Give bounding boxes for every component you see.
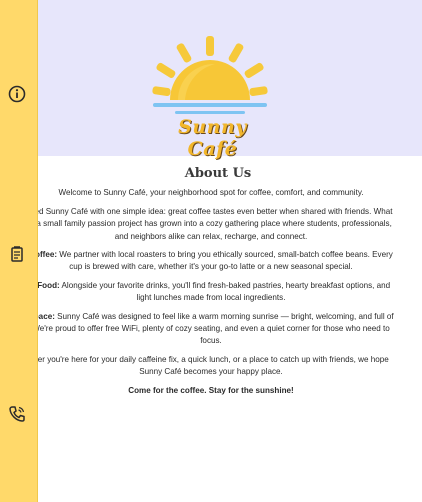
about-story: rted Sunny Café with one simple idea: gr… <box>29 206 393 241</box>
about-outro: her you're here for your daily caffeine … <box>33 354 389 377</box>
menu-icon[interactable] <box>7 244 27 264</box>
phone-icon[interactable] <box>7 404 27 424</box>
about-food: r Food: Alongside your favorite drinks, … <box>31 280 391 303</box>
about-coffee: Coffee: We partner with local roasters t… <box>29 250 393 272</box>
hero-banner: Sunny Café <box>0 0 422 160</box>
about-section: About Us Welcome to Sunny Café, your nei… <box>0 166 422 403</box>
info-icon[interactable] <box>7 84 27 104</box>
about-space: Space: Sunny Café was designed to feel l… <box>28 311 394 346</box>
sidebar <box>0 0 38 502</box>
about-intro: Welcome to Sunny Café, your neighborhood… <box>58 188 364 198</box>
about-closing: Come for the coffee. Stay for the sunshi… <box>128 385 294 395</box>
about-title: About Us <box>184 166 252 181</box>
brand-name: Sunny Café <box>178 116 247 160</box>
